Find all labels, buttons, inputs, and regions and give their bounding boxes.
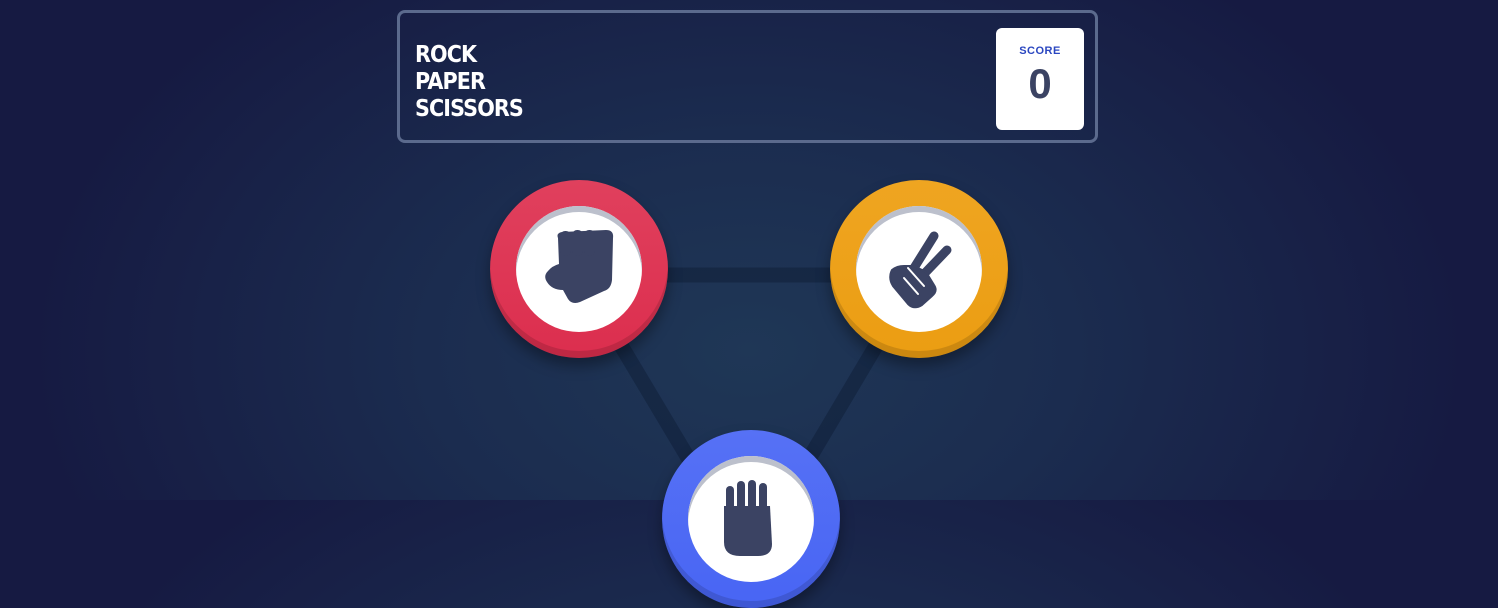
triangle-background <box>571 267 926 500</box>
rock-fist-icon <box>545 230 614 303</box>
paper-choice-button[interactable] <box>662 430 840 608</box>
rock-choice-inner <box>516 206 642 332</box>
paper-choice-inner <box>688 456 814 582</box>
paper-hand-icon <box>724 480 772 556</box>
rock-choice-button[interactable] <box>490 180 668 358</box>
scissors-choice-inner <box>856 206 982 332</box>
scissors-hand-icon <box>889 231 952 309</box>
scissors-choice-button[interactable] <box>830 180 1008 358</box>
